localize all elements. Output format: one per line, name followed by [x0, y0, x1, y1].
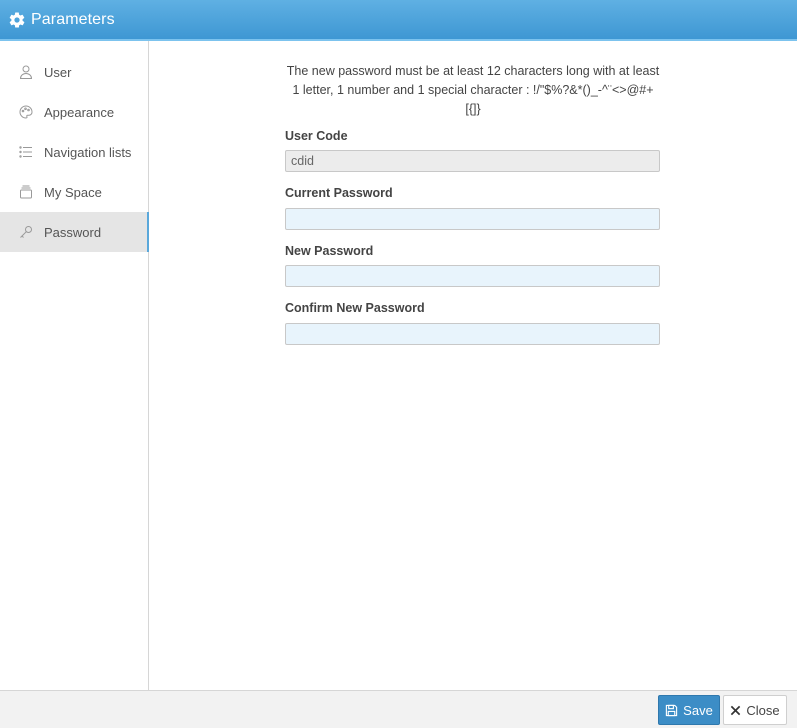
- window-titlebar: Parameters: [0, 0, 797, 41]
- sidebar-item-appearance[interactable]: Appearance: [0, 92, 148, 132]
- confirm-password-label: Confirm New Password: [285, 301, 425, 315]
- password-rules-line: The new password must be at least 12 cha…: [286, 64, 660, 78]
- save-button-label: Save: [683, 702, 713, 718]
- sidebar-item-label: Navigation lists: [44, 144, 132, 160]
- current-password-input[interactable]: [285, 208, 660, 230]
- close-button[interactable]: Close: [723, 695, 787, 725]
- sidebar-item-label: Password: [44, 224, 102, 240]
- user-code-label: User Code: [285, 129, 348, 143]
- sidebar-item-user[interactable]: User: [0, 52, 148, 92]
- user-code-input[interactable]: [285, 150, 660, 172]
- close-icon: [730, 705, 741, 716]
- sidebar: User Appearance Navigation lists My Spac…: [0, 41, 149, 690]
- window-title: Parameters: [31, 10, 115, 28]
- close-button-label: Close: [746, 702, 780, 718]
- new-password-input[interactable]: [285, 265, 660, 287]
- palette-icon: [18, 104, 34, 120]
- current-password-label: Current Password: [285, 186, 393, 200]
- sidebar-item-label: Appearance: [44, 104, 115, 120]
- sidebar-item-navigation-lists[interactable]: Navigation lists: [0, 132, 148, 172]
- gear-icon: [8, 11, 26, 29]
- floppy-disk-icon: [665, 704, 678, 717]
- key-icon: [18, 224, 34, 240]
- sidebar-item-label: My Space: [44, 184, 102, 200]
- password-rules-line: 1 letter, 1 number and 1 special charact…: [292, 83, 654, 116]
- password-rules: The new password must be at least 12 cha…: [286, 62, 660, 119]
- confirm-password-input[interactable]: [285, 323, 660, 345]
- sidebar-item-label: User: [44, 64, 72, 80]
- save-button[interactable]: Save: [658, 695, 720, 725]
- sidebar-item-password[interactable]: Password: [0, 212, 149, 252]
- dialog-footer: Save Close: [0, 690, 797, 728]
- sidebar-item-my-space[interactable]: My Space: [0, 172, 148, 212]
- folder-stack-icon: [18, 184, 34, 200]
- list-icon: [18, 144, 34, 160]
- new-password-label: New Password: [285, 244, 374, 258]
- password-panel: The new password must be at least 12 cha…: [150, 41, 797, 690]
- user-icon: [18, 64, 34, 80]
